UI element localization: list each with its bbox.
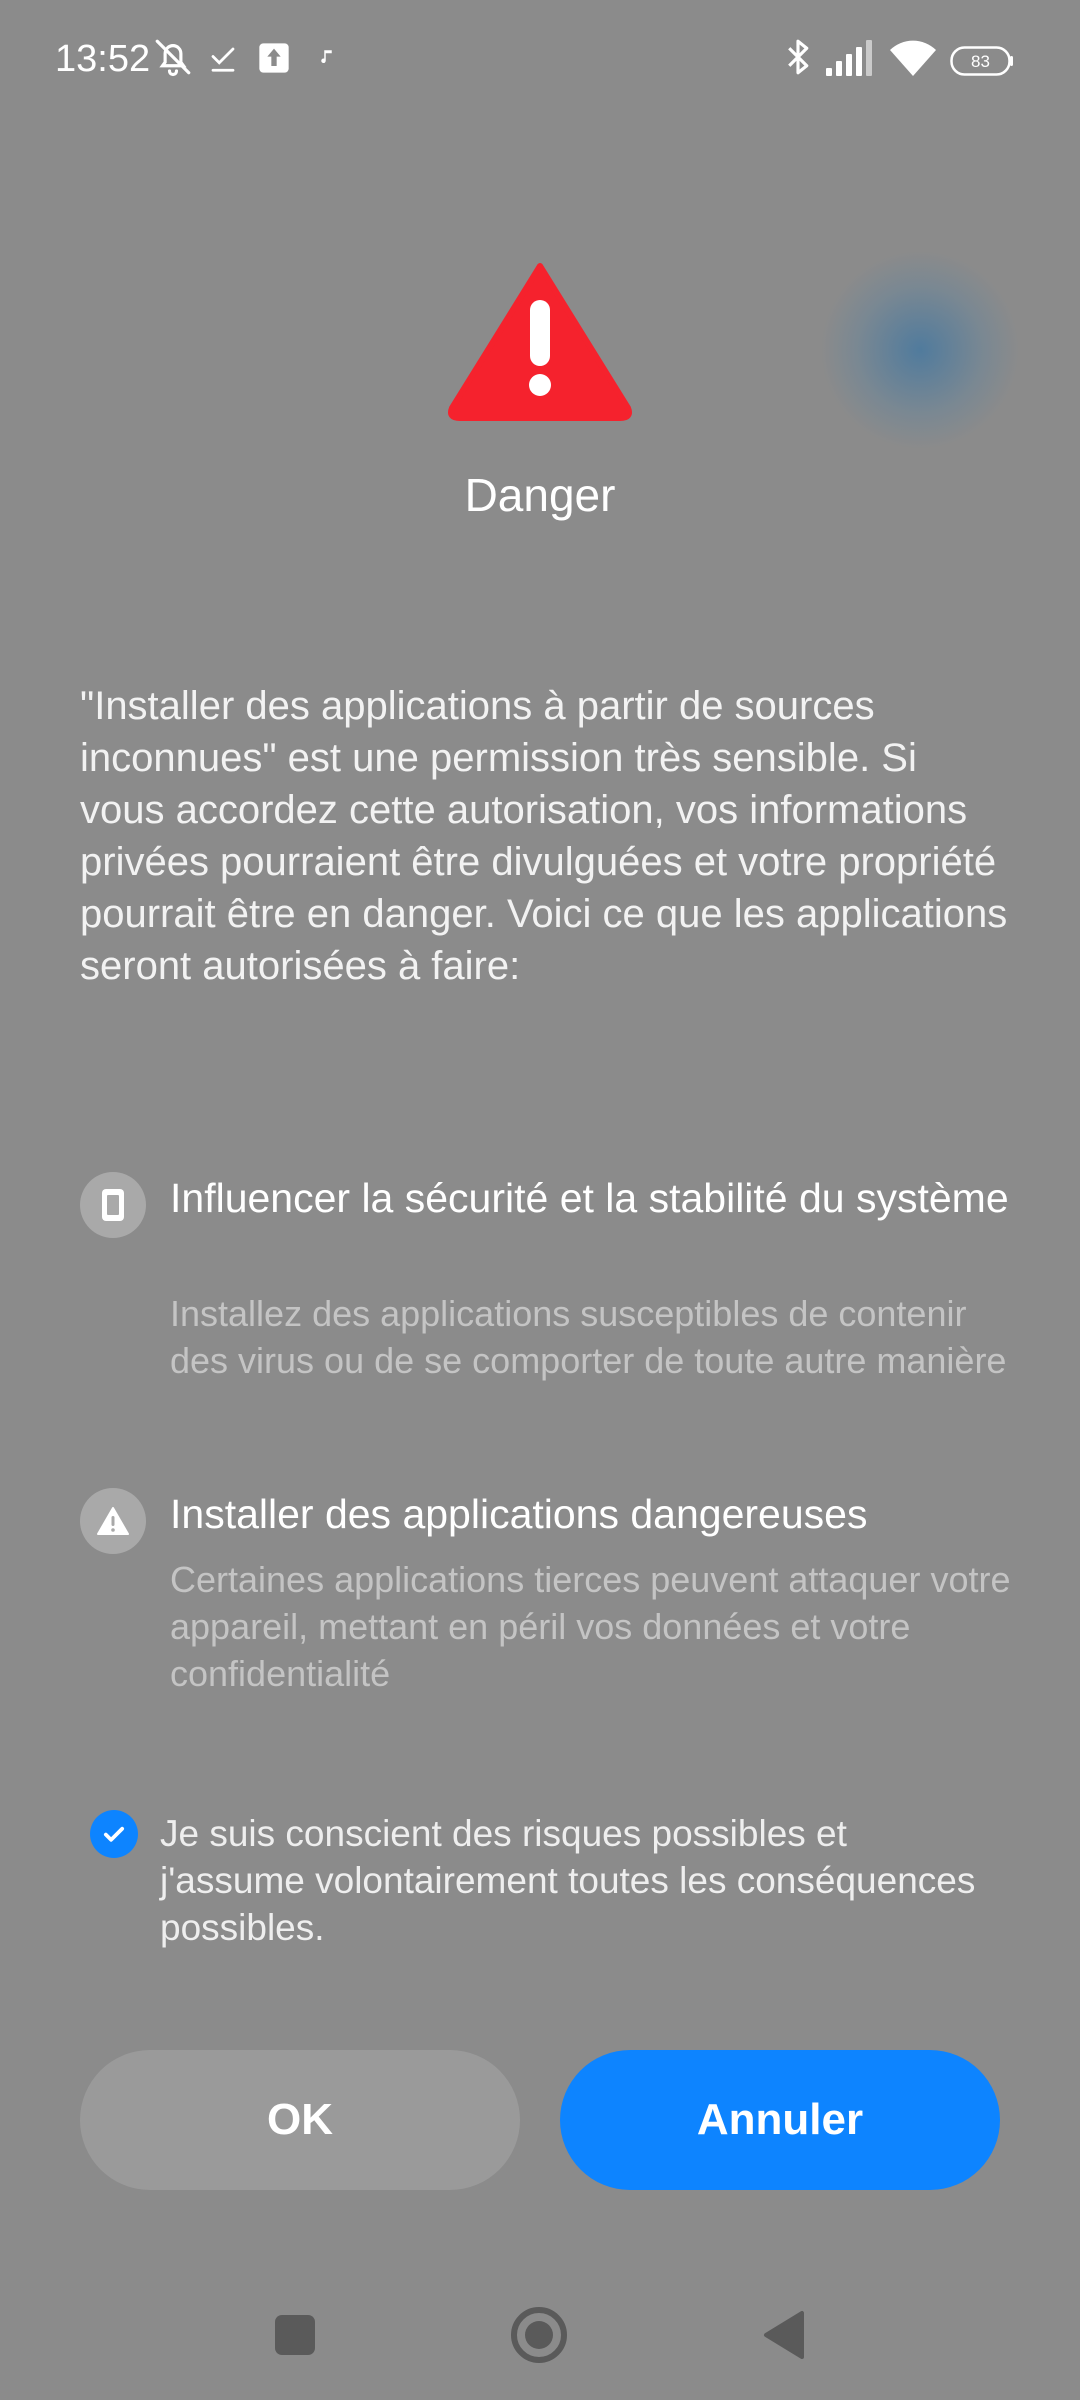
permission-description: Certaines applications tierces peuvent a… [170, 1559, 1011, 1694]
dialog-title: Danger [464, 469, 616, 521]
warning-icon [80, 1488, 146, 1554]
battery-icon: 83 [950, 46, 1014, 81]
consent-checkbox[interactable] [90, 1810, 138, 1858]
recents-square-icon[interactable] [274, 2314, 316, 2361]
status-time: 13:52 [55, 38, 151, 80]
upload-icon [258, 42, 290, 79]
battery-level: 83 [971, 52, 990, 71]
bluetooth-icon [782, 36, 814, 83]
permission-warning-text: "Installer des applications à partir de … [80, 684, 1008, 988]
music-note-icon [316, 48, 334, 71]
wifi-icon [888, 36, 938, 83]
checkmark-icon [103, 1826, 125, 1842]
download-done-icon [208, 44, 238, 79]
status-bar: 13:52 83 [0, 0, 1080, 120]
navigation-bar [0, 2290, 1080, 2400]
ok-button[interactable]: OK [80, 2050, 520, 2190]
cellular-signal-icon [826, 40, 874, 81]
permission-title: Installer des applications dangereuses [170, 1491, 868, 1537]
cancel-button[interactable]: Annuler [560, 2050, 1000, 2190]
permission-description: Installez des applications susceptibles … [170, 1293, 1007, 1381]
permission-title: Influencer la sécurité et la stabilité d… [170, 1175, 1009, 1221]
home-circle-icon[interactable] [510, 2306, 568, 2369]
bell-off-icon [152, 36, 194, 83]
back-triangle-icon[interactable] [762, 2310, 806, 2365]
phone-icon [80, 1172, 146, 1238]
consent-label: Je suis conscient des risques possibles … [160, 1813, 976, 1948]
background-blur [820, 250, 1020, 450]
warning-triangle-icon [446, 258, 634, 427]
